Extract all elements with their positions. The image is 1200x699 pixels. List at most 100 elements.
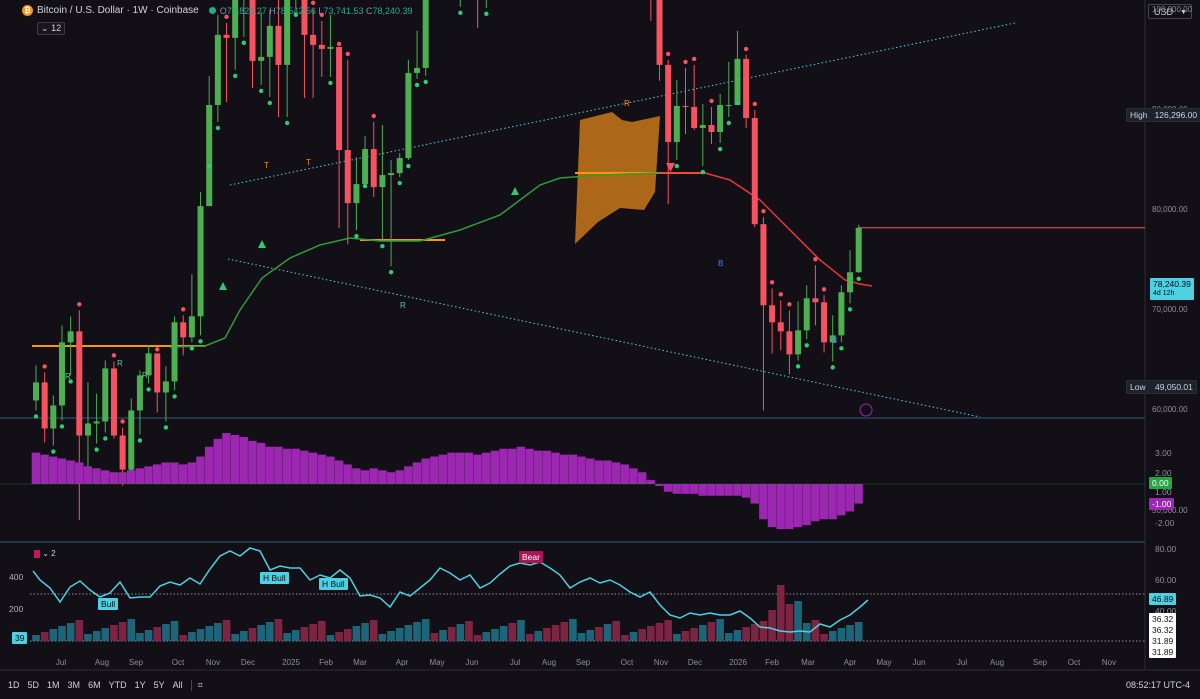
trail-dot [198,339,203,344]
candle-body [665,64,672,143]
macd-histogram-bar [637,472,647,484]
volume-bar [742,627,750,641]
volume-bar [638,629,646,641]
clock: 08:52:17 UTC-4 [1125,680,1190,690]
trail-dot [111,353,117,358]
timeframe-all[interactable]: All [173,680,183,690]
candle-body [206,104,213,207]
macd-histogram-bar [40,454,49,484]
trail-dot [284,120,290,126]
volume-bar [820,634,828,641]
macd-histogram-bar [819,484,829,520]
candle-body [734,58,741,105]
volume-bar [482,632,491,641]
trail-dot [345,51,350,57]
date-range-icon[interactable]: ⌗ [190,679,203,691]
volume-bar [621,635,629,641]
macd-histogram-bar [404,466,413,484]
chart-canvas[interactable] [0,0,1200,699]
rsi-line [32,547,869,633]
macd-histogram-bar [473,454,482,484]
macd-histogram-bar [239,436,248,484]
rsi-tag-4: 31.89 [1149,646,1177,658]
candle-body [266,25,273,57]
trail-dot [371,113,376,119]
timeframe-5y[interactable]: 5Y [154,680,165,690]
candle-body [812,298,819,303]
timeframe-6m[interactable]: 6M [88,680,101,690]
candle-body [855,227,862,273]
time-axis-label: Oct [1067,658,1081,667]
trail-dot [458,10,463,16]
candle-body [275,25,282,65]
candle-body [93,421,100,424]
time-axis-label: Sep [128,658,144,667]
symbol-title[interactable]: Bitcoin / U.S. Dollar · 1W · Coinbase [37,5,199,16]
trail-dot [146,387,151,392]
bear-annotation: Bear [519,551,543,563]
time-axis-label: Jul [956,658,968,667]
macd-histogram-bar [828,484,837,520]
ohlc-readout: O73,823.27 H78,542.56 L73,741.53 C78,240… [219,5,413,16]
trail-dot [821,287,827,292]
timeframe-1m[interactable]: 1M [47,680,60,690]
trail-dot [726,120,731,126]
volume-bar [595,627,603,641]
trail-dot [484,11,489,17]
indicators-collapse-button[interactable]: ⌄ 12 [37,22,66,35]
chart-header[interactable]: Bitcoin / U.S. Dollar · 1W · Coinbase O7… [37,5,412,16]
trail-dot [241,40,247,46]
macd-histogram-bar [300,450,309,484]
trail-dot [120,419,125,424]
candle-body [379,175,386,188]
volume-bar [707,622,716,641]
time-axis-label: Aug [94,658,110,667]
candle-body [847,272,854,293]
sell-triangle-icon [666,163,675,172]
volume-bar [214,623,222,641]
timeframe-ytd[interactable]: YTD [109,680,127,690]
timeframe-1y[interactable]: 1Y [135,680,146,690]
volume-bar [404,625,413,641]
macd-histogram-bar [793,484,803,528]
timeframe-3m[interactable]: 3M [68,680,81,690]
volume-bar [473,635,482,641]
trail-dot [137,438,143,443]
macd-histogram-bar [178,464,188,484]
volume-bar [317,621,326,641]
volume-bar [144,630,153,641]
volume-bar [343,629,352,641]
candle-body [682,105,689,107]
volume-bar [854,622,863,641]
trail-dot [406,163,411,169]
time-axis-label: Sep [1032,658,1048,667]
macd-histogram-bar [837,484,846,516]
macd-histogram-bar [360,470,370,484]
trail-dot [172,394,177,399]
macd-histogram-bar [750,484,759,504]
macd-histogram-bar [230,435,240,484]
macd-histogram-bar [326,456,335,484]
timeframe-1d[interactable]: 1D [8,680,20,690]
macd-histogram-bar [378,470,387,484]
trail-dot [665,51,671,57]
volume-bar [369,620,378,641]
macd-histogram-bar [854,484,863,504]
macd-histogram-bar [109,472,119,484]
timeframe-5d[interactable]: 5D [28,680,40,690]
macd-histogram-bar [681,484,690,494]
r-marker-1: R [65,372,71,381]
candle-body [33,382,39,401]
macd-histogram-bar [438,454,448,484]
candle-body [214,34,221,105]
candle-body [344,150,351,204]
macd-histogram-bar [282,448,292,484]
hidden-bull-annotation-1: H Bull [260,572,289,584]
candle-body [821,302,828,343]
volume-bar [750,624,759,641]
rsi-legend[interactable]: ⌄ 2 [31,548,59,560]
time-axis-label: Nov [653,658,669,667]
volume-bar [292,630,300,641]
macd-histogram-bar [603,460,612,484]
trail-dot [215,125,221,131]
